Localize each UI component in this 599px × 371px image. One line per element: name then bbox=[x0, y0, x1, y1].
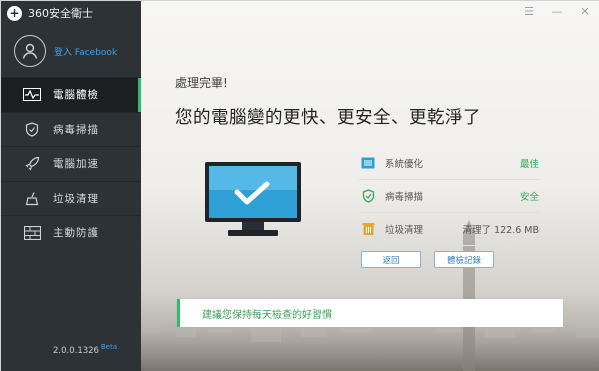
app-window: + 360安全衛士 登入 Facebook 電腦體檢 病毒掃描 電腦加速 垃圾清… bbox=[0, 0, 599, 371]
sidebar-item-label: 病毒掃描 bbox=[53, 123, 99, 136]
facebook-login-link[interactable]: 登入 Facebook bbox=[54, 45, 117, 58]
result-value: 最佳 bbox=[519, 159, 539, 170]
result-value: 安全 bbox=[519, 192, 539, 203]
back-button[interactable]: 返回 bbox=[361, 251, 421, 268]
broom-icon bbox=[23, 191, 41, 205]
result-row-virus: 病毒掃描 安全 bbox=[359, 180, 539, 213]
menu-icon[interactable]: ☰ bbox=[522, 5, 536, 18]
sidebar-item-label: 電腦體檢 bbox=[53, 89, 99, 102]
window-controls: ☰ — ✕ bbox=[522, 5, 592, 18]
result-label: 病毒掃描 bbox=[385, 192, 424, 203]
status-title: 處理完畢! bbox=[175, 76, 228, 90]
results-list: 系統優化 最佳 病毒掃描 安全 垃圾清理 清理了 122.6 MB bbox=[359, 147, 539, 246]
sidebar: + 360安全衛士 登入 Facebook 電腦體檢 病毒掃描 電腦加速 垃圾清… bbox=[1, 1, 141, 371]
sidebar-item-label: 電腦加速 bbox=[53, 158, 99, 171]
app-title: 360安全衛士 bbox=[28, 7, 93, 20]
sidebar-item-protection[interactable]: 主動防護 bbox=[1, 215, 141, 250]
page-headline: 您的電腦變的更快、更安全、更乾淨了 bbox=[175, 108, 481, 128]
sidebar-nav: 電腦體檢 病毒掃描 電腦加速 垃圾清理 主動防護 bbox=[1, 77, 141, 250]
version-number: 2.0.0.1326 bbox=[53, 346, 99, 356]
action-buttons: 返回 體檢記錄 bbox=[361, 251, 494, 268]
sidebar-item-virus-scan[interactable]: 病毒掃描 bbox=[1, 111, 141, 147]
avatar-icon[interactable] bbox=[14, 35, 46, 67]
title-bar: + 360安全衛士 bbox=[1, 1, 141, 25]
result-label: 系統優化 bbox=[385, 159, 424, 170]
sidebar-item-checkup[interactable]: 電腦體檢 bbox=[1, 77, 141, 112]
sidebar-item-speedup[interactable]: 電腦加速 bbox=[1, 146, 141, 181]
sidebar-item-label: 垃圾清理 bbox=[53, 192, 99, 205]
version-label: 2.0.0.1326 Beta bbox=[53, 343, 117, 356]
result-label: 垃圾清理 bbox=[385, 225, 424, 236]
sidebar-item-label: 主動防護 bbox=[53, 227, 99, 240]
trash-icon bbox=[359, 222, 377, 236]
user-area: 登入 Facebook bbox=[1, 27, 141, 75]
firewall-icon bbox=[23, 225, 41, 240]
close-icon[interactable]: ✕ bbox=[578, 5, 592, 18]
shield-icon bbox=[23, 122, 41, 137]
pulse-icon bbox=[23, 88, 41, 102]
result-row-cleanup: 垃圾清理 清理了 122.6 MB bbox=[359, 213, 539, 246]
system-optimize-icon bbox=[359, 157, 377, 169]
rocket-icon bbox=[23, 157, 41, 171]
main-panel: ☰ — ✕ 處理完畢! 您的電腦變的更快、更安全、更乾淨了 系統優化 最佳 病毒… bbox=[141, 1, 599, 371]
history-button[interactable]: 體檢記錄 bbox=[434, 251, 494, 268]
tip-banner: 建議您保持每天檢查的好習慣 bbox=[177, 299, 563, 327]
result-value: 清理了 122.6 MB bbox=[462, 225, 539, 236]
monitor-check-icon bbox=[205, 162, 301, 236]
result-row-system: 系統優化 最佳 bbox=[359, 147, 539, 180]
app-logo-icon: + bbox=[7, 5, 22, 21]
virus-shield-icon bbox=[359, 189, 377, 203]
minimize-icon[interactable]: — bbox=[550, 5, 564, 18]
version-tag: Beta bbox=[100, 343, 118, 352]
sidebar-item-cleanup[interactable]: 垃圾清理 bbox=[1, 180, 141, 216]
